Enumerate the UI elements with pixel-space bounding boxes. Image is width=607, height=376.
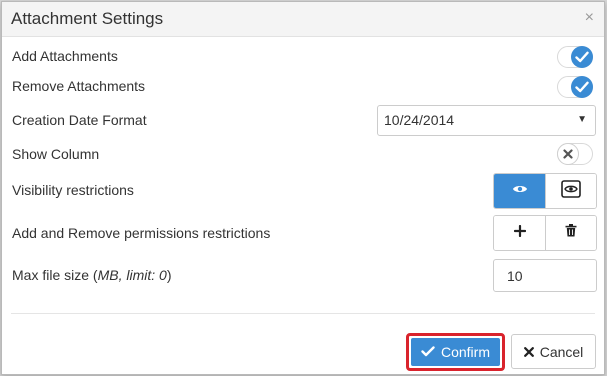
max-file-size-label-suffix: ) — [166, 267, 172, 283]
visibility-on-button[interactable] — [494, 174, 545, 208]
check-icon — [421, 344, 435, 360]
confirm-label: Confirm — [440, 344, 490, 360]
confirm-button[interactable]: Confirm — [411, 338, 500, 366]
footer-divider — [11, 313, 595, 314]
max-file-size-label-prefix: Max file size ( — [12, 267, 98, 283]
eye-icon — [512, 182, 528, 200]
close-icon — [523, 344, 534, 360]
visibility-restrictions-label: Visibility restrictions — [12, 182, 134, 198]
max-file-size-input[interactable]: 10 — [493, 259, 597, 292]
creation-date-format-label: Creation Date Format — [12, 112, 147, 128]
show-column-label: Show Column — [12, 146, 100, 162]
max-file-size-label: Max file size (MB, limit: 0) — [12, 267, 171, 283]
add-attachments-toggle[interactable] — [557, 46, 593, 68]
add-permission-button[interactable] — [494, 216, 545, 250]
add-attachments-label: Add Attachments — [12, 48, 118, 64]
creation-date-format-value: 10/24/2014 — [384, 112, 455, 128]
attachment-settings-dialog: Attachment Settings × Add Attachments Re… — [1, 1, 605, 375]
trash-icon — [565, 224, 577, 242]
check-icon — [571, 76, 593, 98]
max-file-size-label-hint: MB, limit: 0 — [97, 267, 167, 283]
caret-down-icon: ▼ — [577, 114, 587, 125]
eye-box-icon — [561, 179, 581, 203]
cancel-label: Cancel — [539, 343, 584, 360]
confirm-button-highlight: Confirm — [406, 333, 505, 371]
plus-icon — [513, 224, 526, 242]
creation-date-format-select[interactable]: 10/24/2014 ▼ — [377, 105, 596, 136]
show-column-toggle[interactable] — [557, 143, 593, 165]
dialog-title: Attachment Settings — [11, 9, 164, 28]
visibility-restricted-button[interactable] — [545, 174, 596, 208]
add-remove-permissions-group — [493, 215, 597, 251]
remove-attachments-label: Remove Attachments — [12, 78, 146, 94]
add-remove-permissions-label: Add and Remove permissions restrictions — [12, 225, 271, 241]
dialog-header: Attachment Settings × — [2, 2, 604, 37]
remove-attachments-toggle[interactable] — [557, 76, 593, 98]
x-icon — [557, 143, 579, 165]
visibility-restrictions-group — [493, 173, 597, 209]
remove-permission-button[interactable] — [545, 216, 596, 250]
close-icon[interactable]: × — [585, 10, 594, 26]
cancel-button[interactable]: Cancel — [511, 334, 596, 369]
check-icon — [571, 46, 593, 68]
